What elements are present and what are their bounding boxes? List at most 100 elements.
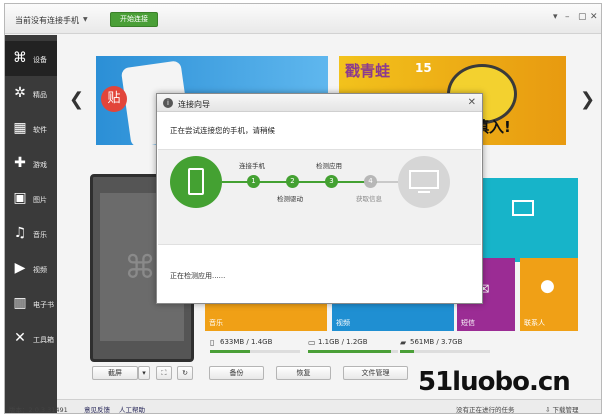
sidebar-item-label: 电子书	[33, 301, 54, 309]
tile-label: 视频	[336, 319, 350, 327]
connect-wizard-dialog: i 连接向导 ✕ 正在尝试连接您的手机，请稍候 1 2 3 4 连接手机 检测驱…	[156, 93, 483, 304]
monitor-icon	[409, 170, 439, 189]
tile-video[interactable]: 视频	[332, 301, 454, 331]
phone-storage-icon: ▯	[210, 338, 215, 347]
step-1-label: 连接手机	[239, 162, 265, 170]
sidebar-item-software[interactable]: ▦ 软件	[5, 111, 57, 146]
sidebar-item-label: 游戏	[33, 161, 47, 169]
title-bar: 当前没有连接手机 ▼ 开始连接 ▾ – ▢ ✕	[5, 4, 601, 34]
step-3-marker: 3	[325, 175, 338, 188]
picture-icon: ▣	[13, 190, 27, 206]
status-bar: 版本：2.0.3.31491 意见反馈 人工帮助 没有正在进行的任务 ⇩ 下载管…	[9, 399, 601, 414]
step-3-label: 检测应用	[316, 162, 342, 170]
sidebar-item-video[interactable]: ▶ 视频	[5, 251, 57, 286]
download-manager-label: 下载管理	[552, 406, 579, 414]
sidebar-item-label: 精品	[33, 91, 47, 99]
sidebar-item-ebooks[interactable]: ▥ 电子书	[5, 286, 57, 321]
backup-button[interactable]: 备份	[209, 366, 264, 380]
app-window: 当前没有连接手机 ▼ 开始连接 ▾ – ▢ ✕ ⌘ 设备 ✲ 精品 ▦ 软件 ✚…	[4, 3, 602, 414]
picture-icon	[512, 200, 534, 216]
screenshot-button[interactable]: 截屏	[92, 366, 138, 380]
step-2-marker: 2	[286, 175, 299, 188]
download-icon: ⇩	[545, 406, 551, 414]
minimize-icon[interactable]: –	[565, 12, 570, 22]
sidebar-item-featured[interactable]: ✲ 精品	[5, 76, 57, 111]
chevron-down-icon[interactable]: ▼	[83, 16, 88, 23]
storage-phone: ▯ 633MB / 1.4GB	[210, 338, 300, 354]
maximize-icon[interactable]: ▢	[578, 12, 587, 22]
step-4-marker: 4	[364, 175, 377, 188]
banner-game-title: 戳青蛙	[345, 62, 391, 80]
progress-line-pending	[377, 181, 398, 183]
storage-sdcard: ▰ 561MB / 3.7GB	[400, 338, 490, 354]
dialog-status: 正在检测应用......	[170, 272, 226, 280]
sidebar: ⌘ 设备 ✲ 精品 ▦ 软件 ✚ 游戏 ▣ 图片 ♫ 音乐 ▶ 视频 ▥ 电子书	[5, 35, 57, 413]
feedback-link[interactable]: 意见反馈	[84, 404, 110, 413]
tile-contacts[interactable]: ● 联系人	[520, 258, 578, 331]
file-manager-button[interactable]: 文件管理	[343, 366, 408, 380]
fullscreen-icon[interactable]: ⛶	[156, 366, 172, 380]
version-label: 版本：2.0.3.31491	[9, 406, 68, 414]
wizard-progress: 1 2 3 4 连接手机 检测驱动 检测应用 获取信息	[158, 149, 481, 245]
refresh-icon[interactable]: ↻	[177, 366, 193, 380]
dialog-header: i 连接向导 ✕	[157, 94, 482, 112]
promo-badge: 贴	[101, 86, 127, 112]
task-status[interactable]: 没有正在进行的任务	[456, 404, 515, 413]
close-icon[interactable]: ✕	[590, 12, 598, 22]
storage-value: 561MB / 3.7GB	[410, 338, 463, 346]
restore-button[interactable]: 恢复	[276, 366, 331, 380]
tools-icon: ✕	[14, 330, 26, 346]
storage-fill	[400, 350, 414, 353]
sidebar-item-games[interactable]: ✚ 游戏	[5, 146, 57, 181]
banner-game-number: 15	[415, 61, 432, 75]
menu-icon[interactable]: ▾	[553, 12, 558, 22]
banner-prev-arrow[interactable]: ❮	[69, 89, 84, 110]
storage-value: 633MB / 1.4GB	[220, 338, 273, 346]
sidebar-item-device[interactable]: ⌘ 设备	[5, 41, 57, 76]
tile-pictures[interactable]	[480, 178, 578, 262]
storage-fill	[308, 350, 391, 353]
storage-bar	[308, 350, 398, 353]
step-2-label: 检测驱动	[277, 195, 303, 203]
tile-label: 音乐	[209, 319, 223, 327]
tile-music[interactable]: 音乐	[205, 301, 327, 331]
video-icon: ▶	[14, 260, 26, 276]
progress-line-done	[222, 181, 377, 183]
gear-icon: ✲	[14, 85, 26, 101]
tile-label: 联系人	[524, 319, 545, 327]
phone-circle	[170, 156, 222, 208]
pc-circle	[398, 156, 450, 208]
help-link[interactable]: 人工帮助	[119, 404, 145, 413]
storage-internal: ▭ 1.1GB / 1.2GB	[308, 338, 398, 354]
dialog-title: 连接向导	[178, 100, 210, 109]
sidebar-item-label: 工具箱	[33, 336, 54, 344]
apps-grid-icon: ▦	[13, 120, 27, 136]
watermark: 51luobo.cn	[418, 367, 571, 397]
music-icon: ♫	[13, 225, 27, 241]
start-connect-button[interactable]: 开始连接	[110, 12, 158, 27]
sidebar-item-pictures[interactable]: ▣ 图片	[5, 181, 57, 216]
book-icon: ▥	[13, 295, 27, 311]
screenshot-dropdown[interactable]: ▾	[138, 366, 150, 380]
storage-value: 1.1GB / 1.2GB	[318, 338, 368, 346]
storage-bar	[210, 350, 300, 353]
sidebar-item-label: 软件	[33, 126, 47, 134]
memory-icon: ▭	[308, 338, 316, 347]
sdcard-icon: ▰	[400, 338, 407, 347]
sidebar-item-label: 图片	[33, 196, 47, 204]
connection-status[interactable]: 当前没有连接手机	[15, 15, 79, 26]
close-icon[interactable]: ✕	[468, 97, 476, 108]
banner-next-arrow[interactable]: ❯	[580, 89, 595, 110]
device-icon: ⌘	[13, 50, 27, 66]
sidebar-item-label: 设备	[33, 56, 47, 64]
step-4-label: 获取信息	[356, 195, 382, 203]
gamepad-icon: ✚	[14, 155, 26, 171]
device-placeholder-icon: ⌘	[124, 248, 156, 286]
smartphone-icon	[188, 168, 204, 195]
sidebar-item-toolbox[interactable]: ✕ 工具箱	[5, 321, 57, 356]
storage-bar	[400, 350, 490, 353]
step-1-marker: 1	[247, 175, 260, 188]
tile-label: 短信	[461, 319, 475, 327]
download-manager-button[interactable]: ⇩ 下载管理	[545, 404, 579, 414]
sidebar-item-music[interactable]: ♫ 音乐	[5, 216, 57, 251]
